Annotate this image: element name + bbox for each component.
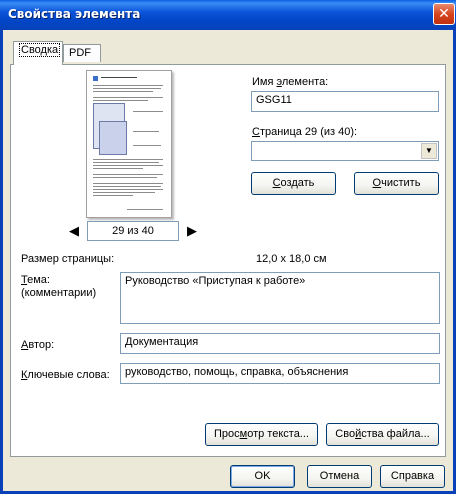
clear-button[interactable]: Очистить [354,172,439,195]
arrow-left-icon: ◀ [69,223,79,238]
page-select-label: Страница 29 (из 40): [252,126,358,138]
page-number-value: 29 из 40 [112,225,154,237]
window-frame-left [0,30,3,494]
subject-textarea[interactable]: Руководство «Приступая к работе» [120,272,440,324]
window-title: Свойства элемента [8,7,141,21]
next-page-button[interactable]: ▶ [184,222,200,240]
chevron-down-icon: ▼ [425,146,433,155]
ok-button[interactable]: OK [230,465,295,488]
keywords-value: руководство, помощь, справка, объяснения [125,366,349,378]
page-number-field[interactable]: 29 из 40 [87,221,179,241]
keywords-label: Ключевые слова: [21,369,110,381]
close-icon: ✕ [438,5,450,21]
page-thumbnail [86,70,172,218]
keywords-input[interactable]: руководство, помощь, справка, объяснения [120,363,440,384]
page-size-value: 12,0 x 18,0 см [256,253,327,265]
tab-pdf-label: PDF [69,47,91,59]
file-properties-button[interactable]: Свойства файла... [326,423,439,446]
view-text-button[interactable]: Просмотр текста... [205,423,318,446]
thumbnail-logo-icon [93,76,98,81]
tab-pdf[interactable]: PDF [63,44,101,62]
create-button[interactable]: Создать [251,172,336,195]
element-name-value: GSG11 [256,94,292,106]
page-select-dropdown[interactable]: ▼ [251,141,439,161]
tab-summary[interactable]: Сводка [13,41,63,65]
arrow-right-icon: ▶ [187,223,197,238]
title-bar: Свойства элемента ✕ [0,0,456,30]
page-size-label: Размер страницы: [21,253,115,265]
thumbnail-screenshot-inner [99,121,127,155]
author-value: Документация [125,336,199,348]
subject-value: Руководство «Приступая к работе» [125,275,306,287]
cancel-button[interactable]: Отмена [307,465,372,488]
help-button[interactable]: Справка [380,465,445,488]
element-name-label: Имя элемента: [252,76,329,88]
author-label: Автор: [21,339,55,351]
prev-page-button[interactable]: ◀ [66,222,82,240]
close-button[interactable]: ✕ [433,3,455,25]
author-input[interactable]: Документация [120,333,440,354]
tab-summary-label: Сводка [19,43,61,57]
element-name-input[interactable]: GSG11 [251,91,439,112]
subject-label: Тема: (комментарии) [21,274,97,299]
dropdown-arrow-button[interactable]: ▼ [421,143,437,159]
